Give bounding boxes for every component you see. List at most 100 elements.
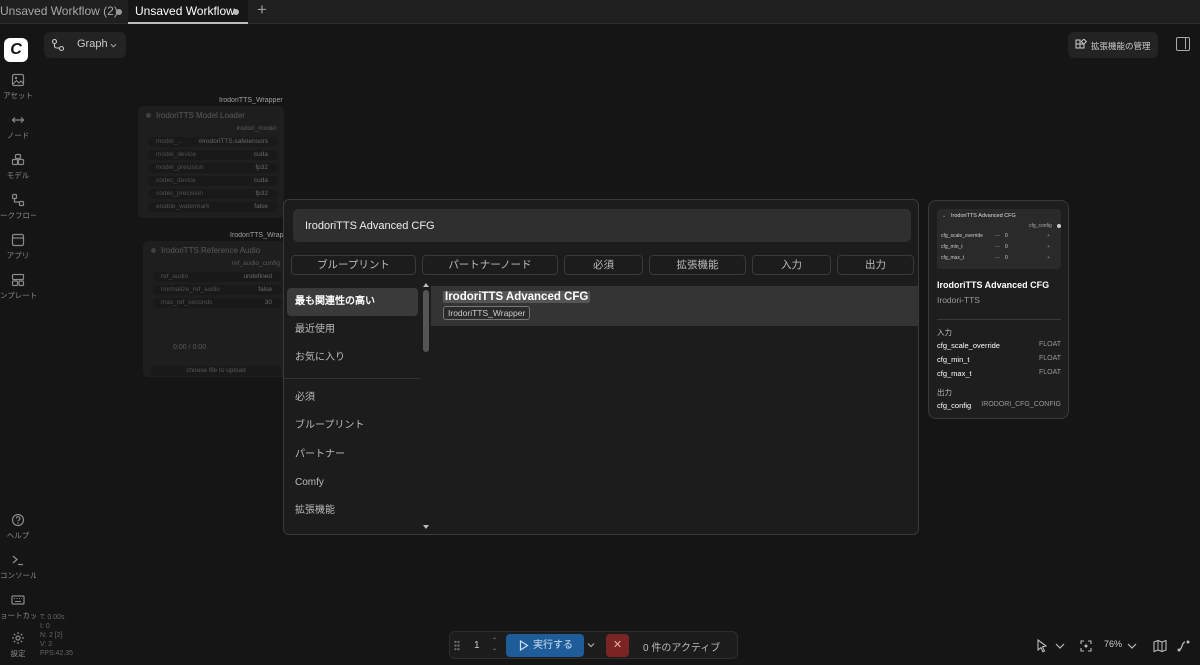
link-visibility-icon[interactable] <box>1176 638 1192 654</box>
graph-icon <box>51 38 65 52</box>
tab-unsaved-workflow[interactable]: Unsaved Workflow <box>128 0 248 24</box>
chevron-down-icon[interactable] <box>1052 638 1068 654</box>
widget-row[interactable]: normalize_ref_audio false <box>153 285 282 295</box>
canvas-tools: 76% <box>1030 636 1200 660</box>
category-blueprint[interactable]: ブループリント <box>287 412 418 440</box>
zoom-level[interactable]: 76% <box>1104 639 1122 649</box>
sidebar-item-settings[interactable]: 設定 <box>0 631 36 659</box>
widget-value: fp32 <box>255 164 268 171</box>
widget-row[interactable]: model_... #irodoriTTS.safetensors <box>148 137 278 147</box>
run-button[interactable]: 実行する <box>506 634 584 657</box>
drag-handle-icon[interactable] <box>454 640 460 651</box>
batch-stepper[interactable]: ⌃ ⌄ <box>492 637 497 653</box>
sidebar-item-apps[interactable]: アプリ <box>0 233 36 261</box>
scroll-up-icon[interactable] <box>422 282 430 288</box>
audio-player-time[interactable]: 0:00 / 0:00 <box>173 344 206 351</box>
output-type: IRODORI_CFG_CONFIG <box>981 401 1061 408</box>
result-package-badge: IrodoriTTS_Wrapper <box>443 306 531 320</box>
run-options-chevron-icon[interactable] <box>586 641 596 649</box>
widget-row[interactable]: max_ref_seconds 30 <box>153 298 282 308</box>
filter-input[interactable]: 入力 <box>752 255 831 275</box>
sidebar-item-label: ノード <box>6 131 30 140</box>
widget-key: model_device <box>156 151 197 158</box>
filter-output[interactable]: 出力 <box>837 255 914 275</box>
widget-row[interactable]: model_device cuda <box>148 150 278 160</box>
plus-icon: + <box>1047 244 1050 250</box>
minus-icon: — <box>995 244 1000 250</box>
widget-row[interactable]: ref_audio undefined <box>153 272 282 282</box>
stat-nodes: N: 2 [2] <box>40 632 63 639</box>
cancel-button[interactable]: ✕ <box>606 634 629 657</box>
stat-i: I: 0 <box>40 623 50 630</box>
sidebar-item-nodes[interactable]: ノード <box>0 113 36 141</box>
new-tab-button[interactable]: + <box>254 1 270 20</box>
node-title-text: IrodoriTTS Reference Audio <box>161 246 261 255</box>
scroll-down-icon[interactable] <box>422 524 430 530</box>
tab-label: Unsaved Workflow (2) <box>0 4 118 18</box>
category-recent[interactable]: 最近使用 <box>287 316 418 344</box>
image-icon <box>11 73 25 87</box>
widget-row[interactable]: codec_device cuda <box>148 176 278 186</box>
filter-extensions[interactable]: 拡張機能 <box>649 255 746 275</box>
right-panel-toggle-icon[interactable] <box>1176 37 1190 51</box>
comfy-logo-icon[interactable]: C <box>4 38 28 62</box>
manage-extensions-button[interactable]: 拡張機能の管理 <box>1068 32 1158 58</box>
queue-run-bar: 1 ⌃ ⌄ 実行する ✕ 0 件のアクティブ <box>449 631 738 659</box>
sidebar-item-help[interactable]: ヘルプ <box>0 513 36 541</box>
category-most-relevant[interactable]: 最も関連性の高い <box>287 288 418 316</box>
scrollbar-thumb[interactable] <box>423 290 429 352</box>
search-result-item[interactable]: IrodoriTTS Advanced CFG IrodoriTTS_Wrapp… <box>431 286 918 326</box>
sidebar-item-label: ヘルプ <box>6 531 30 540</box>
search-input[interactable] <box>305 209 895 242</box>
widget-row[interactable]: model_precision fp32 <box>148 163 278 173</box>
category-comfy[interactable]: Comfy <box>287 469 418 497</box>
tab-unsaved-workflow-2[interactable]: Unsaved Workflow (2) <box>0 0 128 24</box>
console-icon <box>12 555 23 566</box>
node-title-text: IrodoriTTS Model Loader <box>156 111 245 120</box>
category-list: 最も関連性の高い 最近使用 お気に入り 必須 ブループリント パートナー Com… <box>284 286 420 534</box>
preview-inputs-heading: 入力 <box>937 328 952 337</box>
category-essential[interactable]: 必須 <box>287 384 418 412</box>
filter-blueprint[interactable]: ブループリント <box>291 255 416 275</box>
category-extensions[interactable]: 拡張機能 <box>287 497 418 525</box>
widget-key: model_... <box>156 138 183 145</box>
graph-mode-button[interactable]: Graph <box>44 32 126 58</box>
plus-icon: + <box>1047 233 1050 239</box>
chevron-down-icon: ⌄ <box>942 213 947 219</box>
sidebar-item-assets[interactable]: アセット <box>0 73 36 101</box>
node-model-loader[interactable]: IrodoriTTS Model Loader irodori_model mo… <box>138 106 284 218</box>
choose-file-button[interactable]: choose file to upload <box>151 366 281 376</box>
preview-divider <box>937 319 1061 320</box>
increment-icon[interactable]: ⌃ <box>492 637 497 645</box>
widget-value: 30 <box>264 299 272 306</box>
sidebar-item-console[interactable]: コンソール <box>0 553 36 581</box>
input-name: cfg_scale_override <box>937 341 1000 350</box>
category-partner[interactable]: パートナー <box>287 441 418 469</box>
batch-count-input[interactable]: 1 <box>474 640 480 651</box>
filter-essential[interactable]: 必須 <box>564 255 643 275</box>
sidebar-item-label: ークフロー <box>0 211 36 220</box>
category-favorites[interactable]: お気に入り <box>287 344 418 372</box>
filter-partner-nodes[interactable]: パートナーノード <box>422 255 558 275</box>
unsaved-dot-icon <box>233 9 239 15</box>
decrement-icon[interactable]: ⌄ <box>492 645 497 653</box>
sidebar-item-workflows[interactable]: ークフロー <box>0 193 36 221</box>
keyboard-icon <box>11 595 25 605</box>
node-title: IrodoriTTS Reference Audio <box>143 241 288 260</box>
chevron-down-icon[interactable] <box>1124 638 1140 654</box>
sidebar-item-templates[interactable]: ンプレート <box>0 273 36 301</box>
app-window: Unsaved Workflow (2) Unsaved Workflow + … <box>0 0 1200 665</box>
widget-row[interactable]: codec_precision fp32 <box>148 189 278 199</box>
pointer-icon[interactable] <box>1034 638 1050 654</box>
node-reference-audio[interactable]: IrodoriTTS Reference Audio ref_audio_con… <box>143 241 288 377</box>
chevron-down-icon <box>110 43 117 48</box>
preview-mini-output: cfg_config <box>1029 223 1052 229</box>
widget-row[interactable]: enable_watermark false <box>148 202 278 212</box>
minimap-icon[interactable] <box>1152 638 1168 654</box>
sidebar-item-models[interactable]: モデル <box>0 153 36 181</box>
sidebar-item-shortcuts[interactable]: ョートカッ <box>0 593 36 621</box>
input-name: cfg_max_t <box>937 369 972 378</box>
fit-view-icon[interactable] <box>1078 638 1094 654</box>
active-jobs-count[interactable]: 0 件のアクティブ <box>643 639 720 654</box>
category-scrollbar[interactable] <box>422 282 430 534</box>
